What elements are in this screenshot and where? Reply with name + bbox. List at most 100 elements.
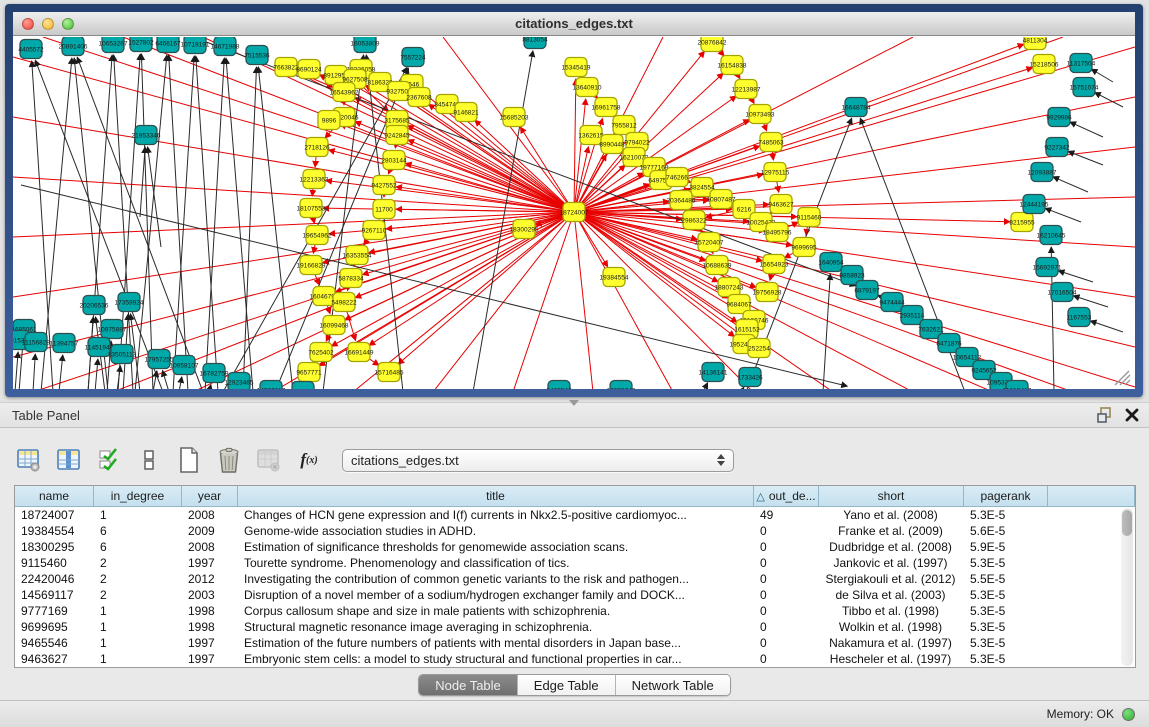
graph-node[interactable]: 7515536	[244, 46, 270, 65]
graph-edge[interactable]	[1045, 208, 1081, 222]
column-header-outde[interactable]: △out_de...	[754, 486, 819, 507]
graph-node[interactable]: 12444195	[1020, 195, 1049, 214]
graph-node[interactable]: 1167553	[1067, 308, 1092, 327]
graph-edge[interactable]	[409, 98, 574, 212]
graph-node[interactable]: 10807487	[707, 190, 736, 209]
graph-node[interactable]: 12093887	[1028, 163, 1057, 182]
graph-node[interactable]: 7625402	[308, 343, 334, 362]
graph-edge[interactable]	[574, 212, 1010, 222]
graph-node[interactable]: 20876842	[698, 37, 727, 52]
close-panel-icon[interactable]	[1125, 408, 1139, 422]
graph-edge[interactable]	[433, 212, 574, 389]
graph-node[interactable]: 8690124	[296, 60, 322, 79]
graph-node[interactable]: 15716485	[375, 363, 404, 382]
graph-node[interactable]: 11700	[373, 200, 395, 219]
graph-edge[interactable]	[153, 371, 157, 389]
graph-node[interactable]: 20891406	[59, 37, 88, 56]
table-row[interactable]: 946362711997Embryonic stem cells: a mode…	[15, 651, 1135, 667]
graph-edge[interactable]	[13, 117, 574, 212]
graph-edge[interactable]	[179, 377, 182, 389]
graph-node[interactable]: 9115460	[797, 208, 822, 227]
graph-node[interactable]: 15720407	[695, 233, 724, 252]
graph-edge[interactable]	[33, 354, 35, 389]
graph-node[interactable]: 14136141	[699, 363, 728, 382]
graph-edge[interactable]	[243, 67, 257, 389]
graph-edge[interactable]	[1068, 151, 1103, 165]
table-row[interactable]: 969969511998Structural magnetic resonanc…	[15, 619, 1135, 635]
graph-edge[interactable]	[13, 177, 574, 212]
network-window-titlebar[interactable]: citations_edges.txt	[13, 12, 1135, 36]
graph-node[interactable]: 746266	[666, 168, 688, 187]
graph-edge[interactable]	[1053, 177, 1088, 192]
column-header-pagerank[interactable]: pagerank	[964, 486, 1048, 507]
citation-network-graph[interactable]: 1872400718300295766382286901248912954182…	[13, 37, 1135, 389]
splitter-handle[interactable]	[569, 400, 579, 406]
graph-node[interactable]: 17016504	[1048, 283, 1077, 302]
graph-node[interactable]: 7557224	[400, 48, 426, 67]
graph-node[interactable]: 9463627	[768, 195, 794, 214]
graph-node[interactable]: 18495796	[763, 223, 792, 242]
graph-node[interactable]: 10719191	[181, 37, 210, 54]
graph-edge[interactable]	[95, 359, 98, 389]
select-rows-icon[interactable]	[94, 445, 124, 475]
graph-node[interactable]: 20364486	[667, 191, 696, 210]
graph-node[interactable]: 4811304	[1023, 37, 1048, 50]
graph-node[interactable]: 4405572	[18, 40, 44, 59]
graph-node[interactable]: 16099468	[320, 316, 349, 335]
graph-node[interactable]: 18807243	[715, 278, 744, 297]
graph-node[interactable]: 20206536	[80, 296, 109, 315]
graph-node[interactable]: 11156828	[22, 333, 50, 352]
graph-node[interactable]: 12038746	[607, 381, 636, 390]
graph-node[interactable]: 8990448	[599, 135, 625, 154]
graph-edge[interactable]	[1070, 122, 1103, 137]
graph-edge[interactable]	[574, 79, 576, 212]
graph-node[interactable]: 12923465	[225, 373, 254, 390]
graph-node[interactable]: 9896	[318, 111, 340, 130]
graph-node[interactable]: 14569117	[257, 381, 286, 390]
graph-edge[interactable]	[140, 147, 145, 217]
graph-node[interactable]: 21953346	[132, 126, 161, 145]
graph-node[interactable]: 9699695	[791, 238, 817, 257]
graph-node[interactable]: 5878334	[338, 269, 364, 288]
graph-node[interactable]: 16353554	[343, 246, 372, 265]
graph-node[interactable]: 2986322	[681, 211, 707, 230]
graph-node[interactable]: 17359924	[115, 293, 144, 312]
graph-edge[interactable]	[703, 383, 708, 389]
graph-node[interactable]: 19756928	[753, 283, 782, 302]
graph-node[interactable]: 252254	[748, 339, 770, 358]
graph-node[interactable]: 10958107	[170, 356, 199, 375]
graph-node[interactable]: 9465546	[546, 381, 572, 390]
graph-node[interactable]: 15685203	[500, 108, 529, 127]
graph-node[interactable]: 16210645	[1037, 226, 1066, 245]
graph-node[interactable]: 1527802	[128, 37, 154, 52]
graph-node[interactable]: 15692971	[1033, 258, 1062, 277]
graph-node[interactable]: 19654962	[303, 226, 332, 245]
graph-node[interactable]: 11317504	[1067, 54, 1096, 73]
graph-node[interactable]: 8215955	[1009, 213, 1035, 232]
graph-node[interactable]: 2367608	[406, 88, 432, 107]
table-row[interactable]: 1456911722003Disruption of a novel membe…	[15, 587, 1135, 603]
graph-edge[interactable]	[1090, 321, 1123, 332]
scrollbar-thumb[interactable]	[1122, 510, 1132, 536]
table-column-icon[interactable]	[54, 445, 84, 475]
graph-node[interactable]: 15751074	[1070, 78, 1099, 97]
graph-node[interactable]: 16543962	[330, 83, 359, 102]
graph-node[interactable]: 18300295	[510, 220, 539, 239]
column-header-name[interactable]: name	[15, 486, 94, 507]
close-window-icon[interactable]	[22, 18, 34, 30]
table-row[interactable]: 946554611997Estimation of the future num…	[15, 635, 1135, 651]
graph-node[interactable]: 12975115	[761, 163, 790, 182]
zoom-window-icon[interactable]	[62, 18, 74, 30]
graph-node[interactable]: 13640910	[573, 78, 602, 97]
graph-edge[interactable]	[1058, 271, 1093, 282]
graph-node[interactable]: 7955812	[611, 116, 637, 135]
graph-node[interactable]: 19384554	[600, 268, 629, 287]
graph-node[interactable]: 13505113	[108, 345, 137, 364]
delete-trash-icon[interactable]	[214, 445, 244, 475]
table-selector-dropdown[interactable]: citations_edges.txt	[342, 449, 734, 472]
graph-node[interactable]: 10975887	[98, 320, 127, 339]
graph-node[interactable]: 9242845	[384, 126, 410, 145]
new-document-icon[interactable]	[174, 445, 204, 475]
graph-edge[interactable]	[258, 67, 293, 389]
graph-node[interactable]: 9657771	[296, 363, 322, 382]
